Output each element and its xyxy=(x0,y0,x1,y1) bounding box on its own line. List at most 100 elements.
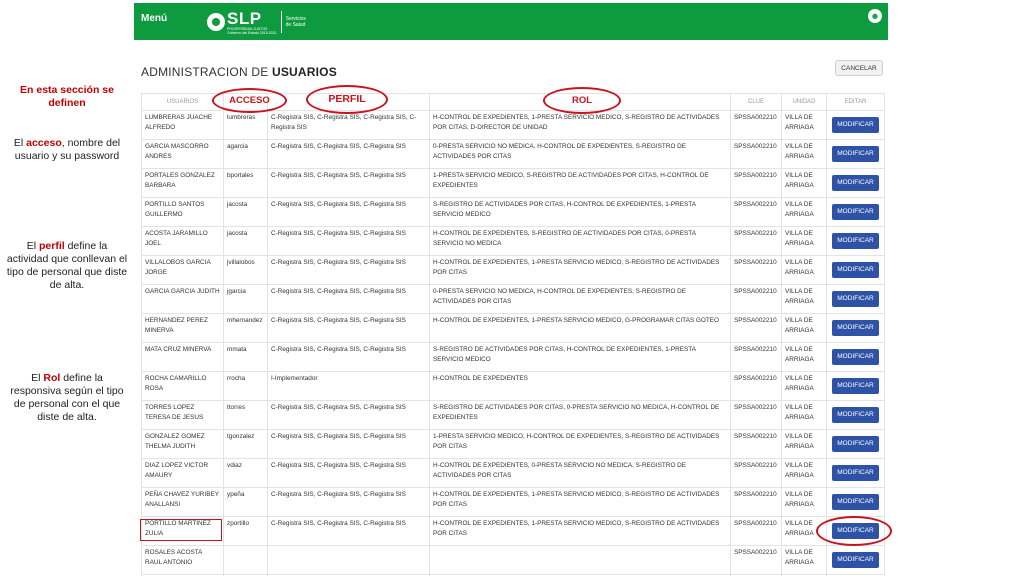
cell-acceso: vdiaz xyxy=(223,458,268,488)
logo-text-block: SLP PROSPERIDAD JUNTOS Gobierno del Esta… xyxy=(227,10,277,35)
cell-clue: SPSSA002210 xyxy=(730,371,782,401)
cell-perfil xyxy=(267,545,430,575)
annotation-rol-after: define la responsiva según el tipo de pe… xyxy=(10,372,124,423)
cell-usuario: GARCIA MASCORRO ANDRES xyxy=(141,139,224,169)
cell-acceso: zportillo xyxy=(223,516,268,546)
modificar-button[interactable]: MODIFICAR xyxy=(832,204,879,220)
logo-emblem-icon xyxy=(207,13,225,31)
cell-editar: MODIFICAR xyxy=(826,545,885,575)
cell-perfil: C-Registra SIS, C-Registra SIS, C-Regist… xyxy=(267,516,430,546)
cell-rol: 1-PRESTA SERVICIO MEDICO, S-REGISTRO DE … xyxy=(429,168,731,198)
modificar-button[interactable]: MODIFICAR xyxy=(832,320,879,336)
cell-clue: SPSSA002210 xyxy=(730,400,782,430)
cell-rol: 0-PRESTA SERVICIO NO MEDICA, H-CONTROL D… xyxy=(429,139,731,169)
annotation-perfil: El perfil define la actividad que conlle… xyxy=(6,240,128,292)
modificar-button[interactable]: MODIFICAR xyxy=(832,146,879,162)
modificar-button[interactable]: MODIFICAR xyxy=(832,349,879,365)
cell-acceso: rrocha xyxy=(223,371,268,401)
table-body: LUMBRERAS JUACHE ALFREDO lumbreras C-Regis… xyxy=(141,110,885,576)
cell-rol: H-CONTROL DE EXPEDIENTES xyxy=(429,371,731,401)
cell-editar: MODIFICAR xyxy=(826,342,885,372)
cell-perfil: C-Registra SIS, C-Registra SIS, C-Regist… xyxy=(267,139,430,169)
cell-clue: SPSSA002210 xyxy=(730,342,782,372)
table-row: PORTILLO MARTINEZ ZULIA zportillo C-Regist… xyxy=(141,516,885,546)
cell-editar: MODIFICAR xyxy=(826,255,885,285)
cell-acceso: lumbreras xyxy=(223,110,268,140)
table-row: PORTILLO SANTOS GUILLERMO jacosta C-Regist… xyxy=(141,197,885,227)
cell-perfil: C-Registra SIS, C-Registra SIS, C-Regist… xyxy=(267,255,430,285)
cell-clue: SPSSA002210 xyxy=(730,197,782,227)
cell-editar: MODIFICAR xyxy=(826,458,885,488)
page-title-bold: USUARIOS xyxy=(271,65,337,79)
cell-rol: H-CONTROL DE EXPEDIENTES, 1-PRESTA SERVI… xyxy=(429,516,731,546)
annotation-acceso: El acceso, nombre del usuario y su passw… xyxy=(6,137,128,163)
cell-clue: SPSSA002210 xyxy=(730,284,782,314)
cell-clue: SPSSA002210 xyxy=(730,487,782,517)
modificar-button[interactable]: MODIFICAR xyxy=(832,494,879,510)
cell-usuario: TORRES LOPEZ TERESA DE JESUS xyxy=(141,400,224,430)
modificar-button[interactable]: MODIFICAR xyxy=(832,465,879,481)
cell-clue: SPSSA002210 xyxy=(730,458,782,488)
cell-acceso: agarcia xyxy=(223,139,268,169)
cell-usuario: ROSALES ACOSTA RAUL ANTONIO xyxy=(141,545,224,575)
modificar-button[interactable]: MODIFICAR xyxy=(832,117,879,133)
modificar-button[interactable]: MODIFICAR xyxy=(832,552,879,568)
cell-unidad: VILLA DE ARRIAGA xyxy=(781,400,827,430)
cell-rol: 1-PRESTA SERVICIO MEDICO, H-CONTROL DE E… xyxy=(429,429,731,459)
annotation-perfil-after: define la actividad que conllevan el tip… xyxy=(6,240,128,291)
cell-clue: SPSSA002210 xyxy=(730,429,782,459)
cell-unidad: VILLA DE ARRIAGA xyxy=(781,545,827,575)
annotation-rol-before: El xyxy=(31,372,44,384)
cell-unidad: VILLA DE ARRIAGA xyxy=(781,168,827,198)
cell-rol: 0-PRESTA SERVICIO NO MEDICA, H-CONTROL D… xyxy=(429,284,731,314)
cell-perfil: C-Registra SIS, C-Registra SIS, C-Regist… xyxy=(267,110,430,140)
cell-clue: SPSSA002210 xyxy=(730,168,782,198)
cell-rol: H-CONTROL DE EXPEDIENTES, S-REGISTRO DE … xyxy=(429,226,731,256)
modificar-button[interactable]: MODIFICAR xyxy=(832,407,879,423)
cell-acceso: tgonzalez xyxy=(223,429,268,459)
cell-clue: SPSSA002210 xyxy=(730,226,782,256)
cell-unidad: VILLA DE ARRIAGA xyxy=(781,429,827,459)
cancel-button[interactable]: CANCELAR xyxy=(835,60,883,76)
cell-acceso: mmata xyxy=(223,342,268,372)
modificar-button[interactable]: MODIFICAR xyxy=(832,175,879,191)
modificar-button[interactable]: MODIFICAR xyxy=(832,233,879,249)
cell-perfil: C-Registra SIS, C-Registra SIS, C-Regist… xyxy=(267,342,430,372)
cell-acceso: jacosta xyxy=(223,197,268,227)
annotation-rol: El Rol define la responsiva según el tip… xyxy=(6,372,128,424)
cell-unidad: VILLA DE ARRIAGA xyxy=(781,226,827,256)
cell-rol: S-REGISTRO DE ACTIVIDADES POR CITAS, 0-P… xyxy=(429,400,731,430)
annotation-acceso-before: El xyxy=(13,137,27,149)
annotation-title: En esta sección se definen xyxy=(20,84,114,109)
modificar-button[interactable]: MODIFICAR xyxy=(832,262,879,278)
col-editar: EDITAR xyxy=(826,93,885,111)
cell-clue: SPSSA002210 xyxy=(730,545,782,575)
modificar-button[interactable]: MODIFICAR xyxy=(832,291,879,307)
col-usuarios: USUARIOS xyxy=(141,93,224,111)
servicios-line-2: de Salud xyxy=(285,22,306,28)
table-row: LUMBRERAS JUACHE ALFREDO lumbreras C-Regis… xyxy=(141,110,885,140)
table-row: VILLALOBOS GARCIA JORGE jvillalobos C-Regi… xyxy=(141,255,885,285)
cell-editar: MODIFICAR xyxy=(826,139,885,169)
cell-unidad: VILLA DE ARRIAGA xyxy=(781,284,827,314)
table-row: TORRES LOPEZ TERESA DE JESUS ttorres C-Reg… xyxy=(141,400,885,430)
cell-perfil: C-Registra SIS, C-Registra SIS, C-Regist… xyxy=(267,226,430,256)
menu-button[interactable]: Menú xyxy=(141,13,167,24)
cell-usuario: PORTILLO SANTOS GUILLERMO xyxy=(141,197,224,227)
cell-acceso: ypeña xyxy=(223,487,268,517)
cell-unidad: VILLA DE ARRIAGA xyxy=(781,110,827,140)
cell-perfil: C-Registra SIS, C-Registra SIS, C-Regist… xyxy=(267,429,430,459)
cell-rol: H-CONTROL DE EXPEDIENTES, 0-PRESTA SERVI… xyxy=(429,458,731,488)
table-row: PEÑA CHAVEZ YURIBEY ANALLANSI ypeña C-Regi… xyxy=(141,487,885,517)
cell-usuario: GARCIA GARCIA JUDITH xyxy=(141,284,224,314)
callout-perfil: PERFIL xyxy=(306,85,388,114)
cell-rol: H-CONTROL DE EXPEDIENTES, 1-PRESTA SERVI… xyxy=(429,313,731,343)
modificar-button[interactable]: MODIFICAR xyxy=(832,378,879,394)
modificar-button[interactable]: MODIFICAR xyxy=(832,436,879,452)
cell-acceso: jacosta xyxy=(223,226,268,256)
cell-perfil: C-Registra SIS, C-Registra SIS, C-Regist… xyxy=(267,313,430,343)
cell-unidad: VILLA DE ARRIAGA xyxy=(781,487,827,517)
user-icon[interactable]: ☻ xyxy=(868,9,882,23)
cell-usuario: GONZALEZ GOMEZ THELMA JUDITH xyxy=(141,429,224,459)
cell-usuario: VILLALOBOS GARCIA JORGE xyxy=(141,255,224,285)
